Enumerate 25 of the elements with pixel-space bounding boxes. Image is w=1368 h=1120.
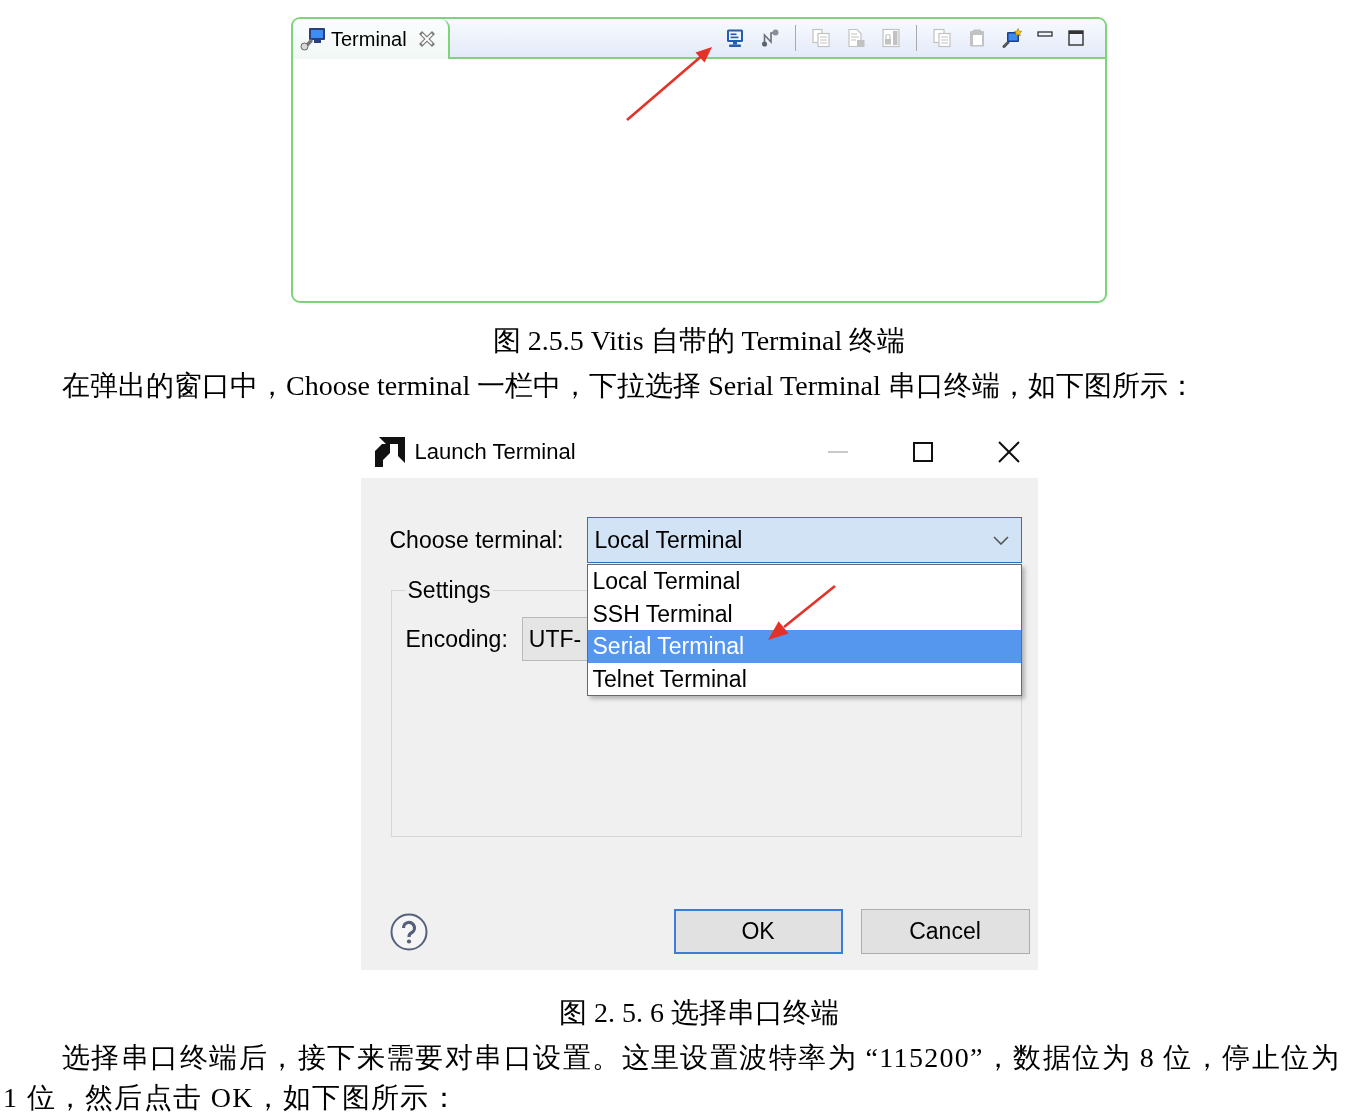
maximize-icon[interactable] [912,441,933,462]
figure-caption: 图 2.5.5 Vitis 自带的 Terminal 终端 [492,324,906,358]
chevron-down-icon [992,535,1009,545]
terminal-dropdown[interactable]: Local Terminal [586,517,1022,563]
maximize-icon[interactable] [1068,30,1084,46]
monitor-star-icon[interactable] [1002,28,1022,48]
dropdown-option[interactable]: Telnet Terminal [587,662,1021,695]
dialog-title: Launch Terminal [414,438,576,465]
close-icon[interactable] [997,440,1020,463]
dropdown-option[interactable]: Local Terminal [587,565,1021,598]
settings-legend: Settings [405,576,493,604]
minimize-icon[interactable] [1037,30,1053,37]
paragraph-text: 在弹出的窗口中，Choose terminal 一栏中，下拉选择 Serial Terminal 串口终端，如下图所示： [61,369,1197,403]
cancel-button[interactable]: Cancel [860,909,1030,954]
terminal-plug-icon [300,27,326,51]
figure-caption: 图 2. 5. 6 选择串口终端 [559,996,839,1030]
choose-terminal-label: Choose terminal: [389,526,564,554]
terminal-tab[interactable]: Terminal [293,19,450,59]
node-link-icon[interactable] [760,28,780,48]
logo-icon [374,436,405,467]
help-icon[interactable] [389,912,428,951]
monitor-icon[interactable] [725,28,745,48]
paragraph-text: 选择串口终端后，接下来需要对串口设置。这里设置波特率为 “115200”，数据位为 8 位，停止位为 1 位，然后点击 OK，如下图所示： [3,1041,1340,1115]
ok-button[interactable]: OK [673,909,843,954]
encoding-label: Encoding: [405,625,508,653]
